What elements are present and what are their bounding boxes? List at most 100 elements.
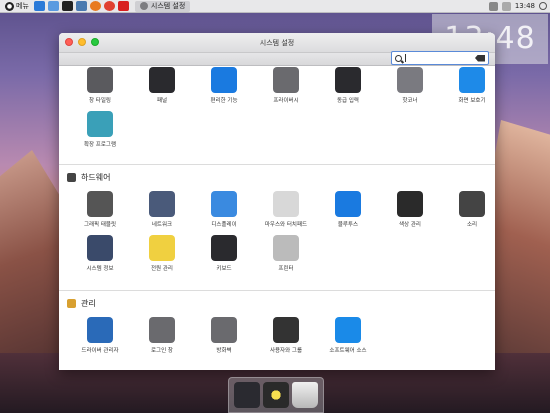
settings-item-mouse[interactable]: 마우스와 터치패드 — [255, 191, 317, 235]
sound-icon — [459, 191, 485, 217]
clear-search-icon[interactable] — [475, 54, 485, 62]
close-button[interactable] — [65, 38, 73, 46]
settings-item-label: 드라이버 관리자 — [81, 348, 119, 354]
settings-item-firewall[interactable]: 방화벽 — [193, 317, 255, 361]
window-controls — [65, 38, 99, 46]
menu-button[interactable]: ● 메뉴 — [3, 1, 31, 12]
hardware-title: 하드웨어 — [81, 173, 111, 182]
settings-item-label: 그래픽 태블릿 — [83, 222, 117, 228]
settings-item-label: 로그인 창 — [151, 348, 173, 354]
login-icon — [149, 317, 175, 343]
settings-item-label: 소리 — [466, 222, 478, 228]
settings-item-extensions[interactable]: 확장 프로그램 — [69, 111, 131, 155]
settings-item-driver[interactable]: 드라이버 관리자 — [69, 317, 131, 361]
settings-item-color-management[interactable]: 색상 관리 — [379, 191, 441, 235]
system-settings-dock-icon[interactable] — [234, 382, 261, 408]
settings-item-label: 화면 보호기 — [458, 98, 486, 104]
driver-icon — [87, 317, 113, 343]
window-title: 시스템 설정 — [259, 38, 295, 47]
dock — [228, 377, 324, 413]
settings-item-privacy[interactable]: 프라이버시 — [255, 67, 317, 111]
settings-item-label: 블루투스 — [337, 222, 359, 228]
settings-item-login[interactable]: 로그인 창 — [131, 317, 193, 361]
settings-item-label: 패널 — [156, 98, 168, 104]
settings-item-power[interactable]: 전원 관리 — [131, 235, 193, 279]
settings-item-label: 동급 입력 — [337, 98, 359, 104]
hardware-section-icon — [67, 173, 76, 182]
network-tray-icon[interactable] — [488, 1, 498, 11]
system-info-icon — [87, 235, 113, 261]
minimize-button[interactable] — [78, 38, 86, 46]
settings-item-window-tiling[interactable]: 창 타일링 — [69, 67, 131, 111]
files-icon[interactable] — [75, 1, 87, 11]
browser-icon[interactable] — [33, 1, 45, 11]
settings-item-software-source[interactable]: 소프트웨어 소스 — [317, 317, 379, 361]
taskbar-item-system-settings[interactable]: 시스템 설정 — [134, 0, 191, 12]
mail-icon[interactable] — [47, 1, 59, 11]
divider — [59, 290, 495, 291]
section-hardware: 하드웨어 — [67, 172, 110, 183]
task-label: 시스템 설정 — [150, 2, 186, 10]
settings-item-sound[interactable]: 소리 — [441, 191, 495, 235]
firewall-icon — [211, 317, 237, 343]
chrome-icon[interactable] — [103, 1, 115, 11]
settings-content: 창 타일링 패널 편리한 기능 프라이버시 동급 입력 핫코너 화면 보호기 확장 프로그램 … — [59, 67, 495, 370]
extensions-icon — [87, 111, 113, 137]
settings-item-panel[interactable]: 패널 — [131, 67, 193, 111]
settings-item-label: 키보드 — [216, 266, 232, 272]
admin-title: 관리 — [81, 299, 96, 308]
hardware-grid: 그래픽 태블릿 네트워크 디스플레이 마우스와 터치패드 블루투스 색상 관리 소리시스템 … — [69, 191, 495, 279]
settings-item-label: 사용자와 그룹 — [269, 348, 303, 354]
users-icon — [273, 317, 299, 343]
power-tray-icon[interactable] — [539, 2, 547, 10]
settings-item-keyboard[interactable]: 키보드 — [193, 235, 255, 279]
settings-item-network[interactable]: 네트워크 — [131, 191, 193, 235]
settings-item-tablet[interactable]: 그래픽 태블릿 — [69, 191, 131, 235]
settings-item-keyboard-shortcut[interactable]: 동급 입력 — [317, 67, 379, 111]
settings-item-accessibility[interactable]: 편리한 기능 — [193, 67, 255, 111]
top-panel: ● 메뉴 시스템 설정 13:48 — [0, 0, 550, 13]
settings-item-system-info[interactable]: 시스템 정보 — [69, 235, 131, 279]
screensaver-icon — [459, 67, 485, 93]
settings-item-bluetooth[interactable]: 블루투스 — [317, 191, 379, 235]
maximize-button[interactable] — [91, 38, 99, 46]
bluetooth-icon — [335, 191, 361, 217]
hot-corner-icon — [397, 67, 423, 93]
firefox-icon[interactable] — [89, 1, 101, 11]
settings-item-label: 방화벽 — [216, 348, 232, 354]
personal-grid: 창 타일링 패널 편리한 기능 프라이버시 동급 입력 핫코너 화면 보호기확장 프로그램 — [69, 67, 495, 155]
settings-item-hot-corner[interactable]: 핫코너 — [379, 67, 441, 111]
terminal-icon[interactable] — [61, 1, 73, 11]
settings-item-screensaver[interactable]: 화면 보호기 — [441, 67, 495, 111]
color-management-dock-icon[interactable] — [262, 382, 289, 408]
keyboard-shortcut-icon — [335, 67, 361, 93]
settings-item-label: 네트워크 — [151, 222, 173, 228]
admin-section-icon — [67, 299, 76, 308]
network-icon — [149, 191, 175, 217]
window-titlebar[interactable]: 시스템 설정 — [59, 33, 495, 53]
search-box[interactable] — [391, 51, 489, 65]
window-toolbar — [59, 51, 495, 66]
panel-clock[interactable]: 13:48 — [515, 2, 535, 10]
settings-item-label: 마우스와 터치패드 — [264, 222, 308, 228]
volume-tray-icon[interactable] — [501, 1, 511, 11]
privacy-icon — [273, 67, 299, 93]
admin-grid: 드라이버 관리자 로그인 창 방화벽 사용자와 그룹 소프트웨어 소스 — [69, 317, 495, 361]
settings-item-label: 창 타일링 — [89, 98, 111, 104]
printer-icon — [273, 235, 299, 261]
accessibility-icon — [211, 67, 237, 93]
system-settings-window: 시스템 설정 창 타일링 패널 편리한 기능 프라이버시 동급 입력 핫코너 화면 보호기확… — [59, 33, 495, 370]
settings-item-label: 프라이버시 — [273, 98, 299, 104]
settings-item-display[interactable]: 디스플레이 — [193, 191, 255, 235]
keyboard-icon — [211, 235, 237, 261]
trash-icon[interactable] — [291, 382, 318, 408]
mouse-icon — [273, 191, 299, 217]
settings-item-printer[interactable]: 프린터 — [255, 235, 317, 279]
settings-item-label: 편리한 기능 — [210, 98, 238, 104]
search-input[interactable] — [405, 54, 475, 62]
media-icon[interactable] — [117, 1, 129, 11]
settings-item-label: 디스플레이 — [211, 222, 237, 228]
divider — [59, 164, 495, 165]
settings-item-users[interactable]: 사용자와 그룹 — [255, 317, 317, 361]
system-tray: 13:48 — [488, 1, 547, 11]
